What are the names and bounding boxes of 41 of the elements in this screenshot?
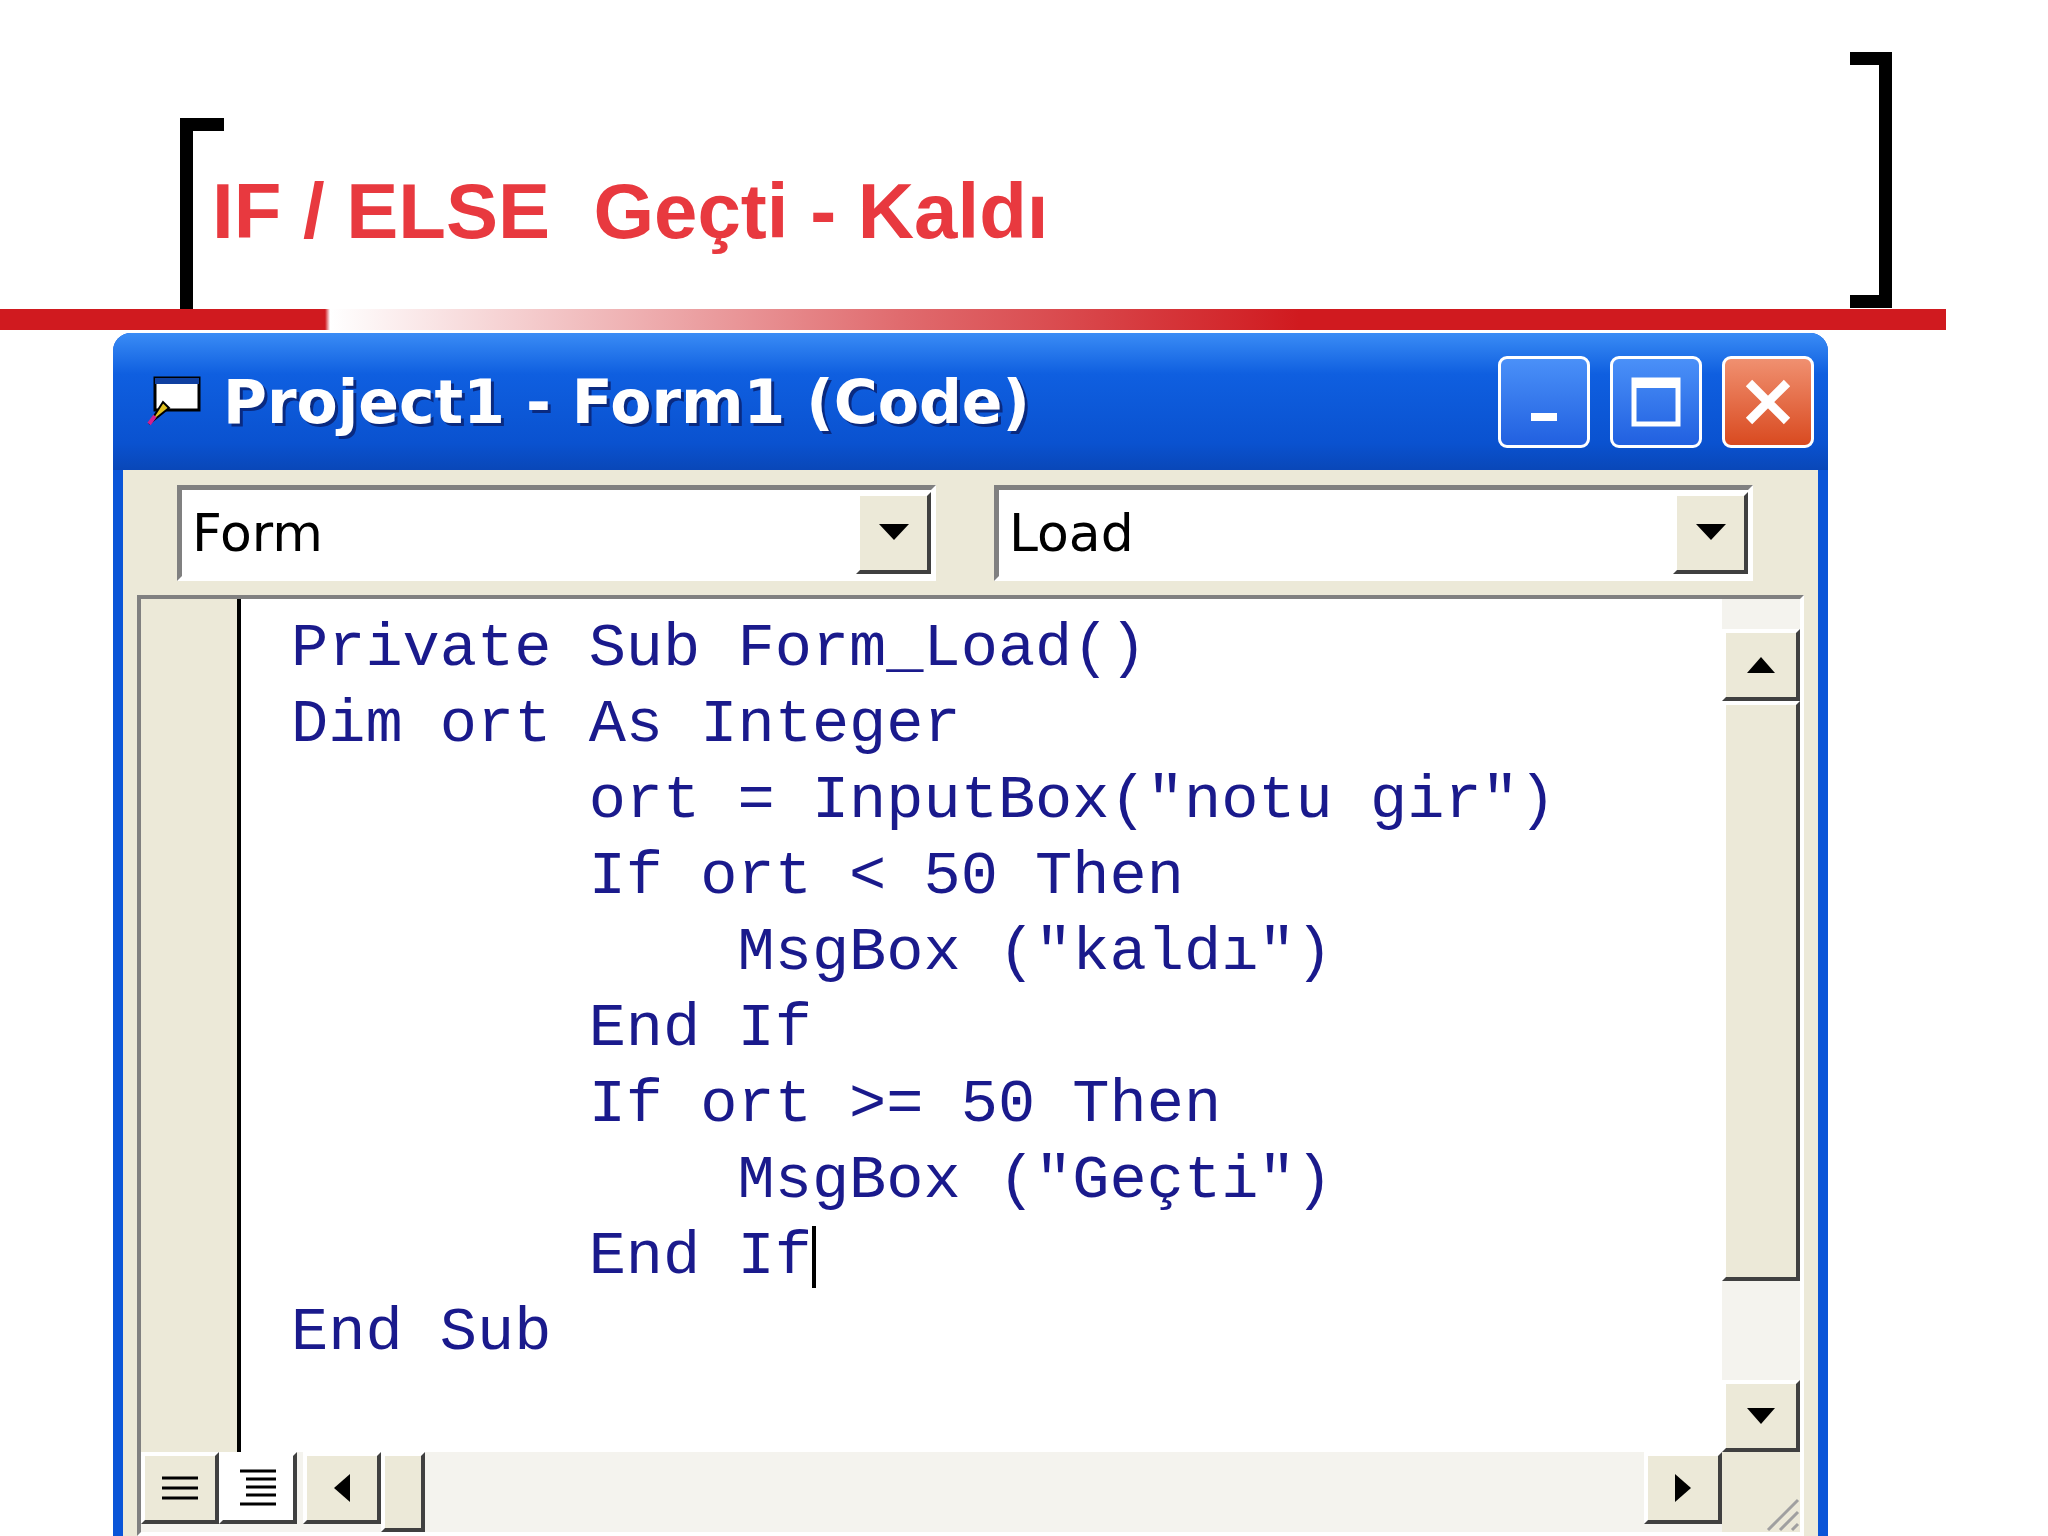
scroll-up-button[interactable] [1722, 629, 1800, 701]
scroll-down-button[interactable] [1722, 1380, 1800, 1452]
code-line: MsgBox ("Geçti") [736, 1144, 1333, 1218]
code-editor[interactable]: Private Sub Form_Load() Dim ort As Integer ort = InputBox("notu gir") If ort < 50 Then MsgBox ("kaldı") End If If ort >= 50 Then MsgBox ("Geçti") End If End Sub [241, 599, 1722, 1452]
maximize-icon [1631, 376, 1681, 427]
code-line: If ort < 50 Then [587, 840, 1184, 914]
object-dropdown[interactable]: Form [177, 484, 936, 581]
scroll-left-button[interactable] [303, 1452, 381, 1524]
caret-icon [878, 523, 909, 542]
maximize-button[interactable] [1610, 355, 1702, 448]
vertical-scrollbar[interactable] [1722, 599, 1800, 1452]
caret-icon [1695, 523, 1726, 542]
scroll-thumb[interactable] [381, 1452, 425, 1532]
window-title: Project1 - Form1 (Code) [223, 366, 1031, 437]
down-arrow-icon [1747, 1408, 1775, 1424]
dropdown-button[interactable] [1673, 491, 1748, 574]
code-line: End If [587, 1220, 812, 1294]
procedure-dropdown[interactable]: Load [994, 484, 1753, 581]
combo-value: Load [1009, 502, 1135, 563]
code-line: End If [587, 992, 812, 1066]
minimize-icon [1531, 412, 1557, 421]
code-line: Dim ort As Integer [291, 688, 961, 762]
scroll-thumb[interactable] [1722, 701, 1800, 1281]
code-line: ort = InputBox("notu gir") [587, 764, 1556, 838]
code-line: If ort >= 50 Then [587, 1068, 1222, 1142]
code-line: Private Sub Form_Load() [291, 612, 1147, 686]
left-arrow-icon [334, 1474, 350, 1502]
scroll-right-button[interactable] [1644, 1452, 1722, 1524]
right-arrow-icon [1675, 1474, 1691, 1502]
combo-value: Form [192, 502, 324, 563]
code-line: End Sub [291, 1296, 552, 1370]
up-arrow-icon [1747, 657, 1775, 673]
horizontal-scrollbar[interactable] [141, 1452, 1722, 1532]
procedure-view-button[interactable] [141, 1452, 219, 1524]
code-line: MsgBox ("kaldı") [736, 916, 1333, 990]
lines-icon [238, 1468, 278, 1508]
dropdown-button[interactable] [856, 491, 931, 574]
minimize-button[interactable] [1498, 355, 1590, 448]
lines-icon [160, 1475, 200, 1501]
full-module-view-button[interactable] [219, 1452, 297, 1524]
close-button[interactable] [1722, 355, 1814, 448]
